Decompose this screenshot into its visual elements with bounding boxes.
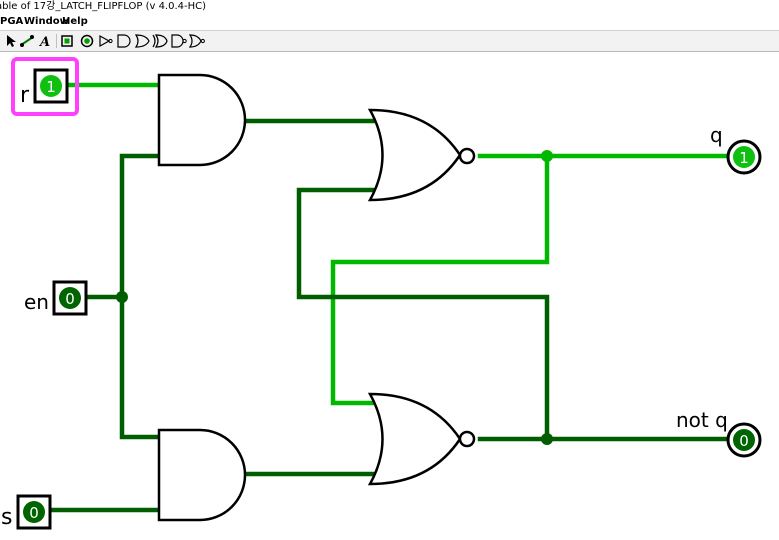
and-gate-icon[interactable] — [116, 33, 132, 49]
input-pin-s-value: 0 — [29, 504, 39, 522]
and-gate-top[interactable] — [157, 73, 247, 167]
toolbar-separator — [56, 34, 57, 48]
input-label-en: en — [24, 290, 49, 314]
junction-dot-notq — [541, 433, 553, 445]
junction-dot-q — [541, 150, 553, 162]
input-label-r: r — [20, 83, 30, 108]
toolbar: A — [0, 30, 779, 52]
junction-dot-en — [116, 291, 128, 303]
input-pin-icon[interactable] — [60, 33, 76, 49]
output-pin-icon[interactable] — [79, 33, 95, 49]
nor-gate-icon[interactable] — [189, 33, 205, 49]
circuit-canvas[interactable]: 1 r 0 en 0 s 1 q 0 not q — [0, 51, 779, 540]
input-label-s: s — [1, 505, 12, 530]
output-pin-not-q-value: 0 — [739, 432, 749, 450]
nor-gate-bottom[interactable] — [367, 392, 462, 486]
menu-help[interactable]: Help — [62, 14, 88, 29]
input-pin-r-value: 1 — [46, 78, 56, 96]
menu-fpga[interactable]: PGA — [0, 14, 23, 29]
nor-gate-top-bubble — [458, 147, 476, 165]
wire-q-feedback[interactable] — [330, 153, 550, 406]
window-title: able of 17강_LATCH_FLIPFLOP (v 4.0.4-HC) — [0, 1, 207, 12]
nor-gate-top[interactable] — [367, 108, 462, 202]
window-title-bar: able of 17강_LATCH_FLIPFLOP (v 4.0.4-HC) — [0, 0, 779, 14]
output-label-q: q — [710, 123, 723, 147]
nand-gate-icon[interactable] — [171, 33, 187, 49]
nor-gate-bottom-bubble — [458, 430, 476, 448]
svg-text:A: A — [38, 35, 50, 49]
not-gate-icon[interactable] — [98, 33, 114, 49]
output-label-not-q: not q — [676, 408, 728, 432]
pointer-tool-icon[interactable] — [3, 33, 19, 49]
wiring-tool-icon[interactable] — [19, 33, 35, 49]
xor-gate-icon[interactable] — [152, 33, 168, 49]
or-gate-icon[interactable] — [134, 33, 150, 49]
menu-bar: PGA Window Help — [0, 14, 779, 29]
input-pin-en-value: 0 — [65, 290, 75, 308]
text-tool-icon[interactable]: A — [37, 33, 53, 49]
output-pin-q-value: 1 — [739, 149, 749, 167]
and-gate-bottom[interactable] — [157, 428, 247, 522]
